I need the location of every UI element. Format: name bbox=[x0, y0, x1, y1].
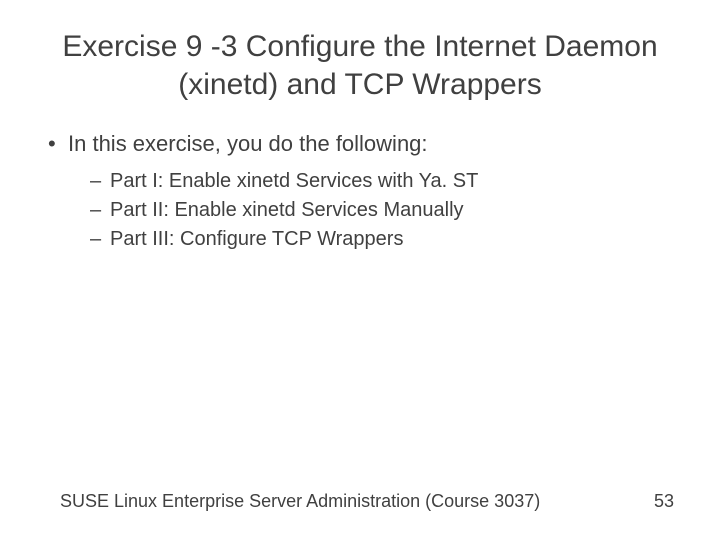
list-item: – Part I: Enable xinetd Services with Ya… bbox=[90, 167, 680, 196]
slide-footer: SUSE Linux Enterprise Server Administrat… bbox=[0, 491, 720, 512]
bullet-intro: • In this exercise, you do the following… bbox=[46, 131, 680, 157]
sub-list: – Part I: Enable xinetd Services with Ya… bbox=[46, 167, 680, 254]
part-text: Part II: Enable xinetd Services Manually bbox=[110, 196, 464, 225]
slide: Exercise 9 -3 Configure the Internet Dae… bbox=[0, 0, 720, 540]
dash-icon: – bbox=[90, 225, 110, 254]
intro-text: In this exercise, you do the following: bbox=[68, 131, 428, 157]
list-item: – Part II: Enable xinetd Services Manual… bbox=[90, 196, 680, 225]
slide-title: Exercise 9 -3 Configure the Internet Dae… bbox=[40, 28, 680, 103]
slide-content: • In this exercise, you do the following… bbox=[40, 131, 680, 254]
list-item: – Part III: Configure TCP Wrappers bbox=[90, 225, 680, 254]
dash-icon: – bbox=[90, 167, 110, 196]
footer-course: SUSE Linux Enterprise Server Administrat… bbox=[60, 491, 540, 512]
part-text: Part I: Enable xinetd Services with Ya. … bbox=[110, 167, 478, 196]
bullet-icon: • bbox=[46, 131, 68, 157]
footer-page-number: 53 bbox=[654, 491, 674, 512]
part-text: Part III: Configure TCP Wrappers bbox=[110, 225, 403, 254]
dash-icon: – bbox=[90, 196, 110, 225]
